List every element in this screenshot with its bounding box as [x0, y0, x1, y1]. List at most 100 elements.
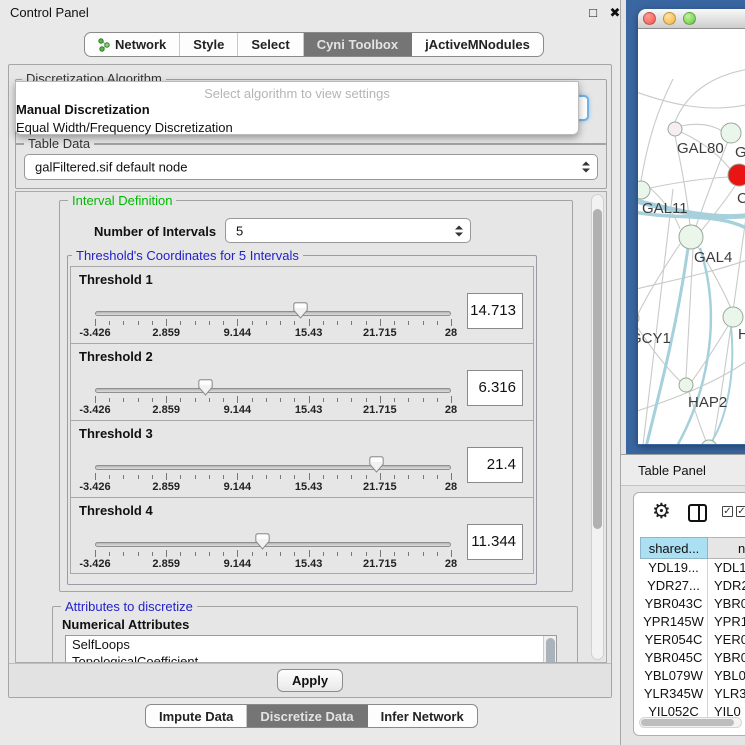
checkbox-icon[interactable]: ✓ [736, 506, 745, 517]
tab-style[interactable]: Style [180, 33, 238, 56]
table-cell[interactable]: YBL0 [708, 667, 745, 685]
slider-track[interactable] [95, 465, 451, 470]
tab-infer-network[interactable]: Infer Network [368, 705, 477, 727]
table-cell[interactable]: YDL1 [708, 559, 745, 577]
table-row[interactable]: YBR045CYBR0 [640, 649, 745, 667]
network-node-label: GAL4 [694, 249, 732, 266]
threshold-panels: Threshold 1-3.4262.8599.14415.4321.71528… [70, 266, 534, 574]
threshold-slider[interactable]: -3.4262.8599.14415.4321.71528 [95, 421, 451, 498]
network-node[interactable] [668, 122, 682, 136]
threshold-value-field[interactable]: 6.316 [467, 370, 523, 406]
threshold-slider[interactable]: -3.4262.8599.14415.4321.71528 [95, 498, 451, 575]
tab-impute-data[interactable]: Impute Data [146, 705, 247, 727]
table-row[interactable]: YLR345WYLR3 [640, 685, 745, 703]
slider-thumb[interactable] [293, 302, 308, 319]
threshold-value-field[interactable]: 11.344 [467, 524, 523, 560]
table-cell[interactable]: YDR27... [640, 577, 708, 595]
table-row[interactable]: YBR043CYBR0 [640, 595, 745, 613]
network-canvas[interactable]: GAL80GACGAL11GAL4GCY1HHAP2 [638, 29, 745, 444]
table-cell[interactable]: YBR045C [640, 649, 708, 667]
algorithm-option[interactable]: Manual Discretization [16, 101, 578, 119]
table-cell[interactable]: YLR345W [640, 685, 708, 703]
table-row[interactable]: YDL19...YDL1 [640, 559, 745, 577]
table-data-combobox[interactable]: galFiltered.sif default node [24, 154, 598, 180]
slider-tick-labels: -3.4262.8599.14415.4321.71528 [95, 404, 451, 416]
panel-scrollbar-thumb[interactable] [593, 209, 602, 529]
minimize-traffic-icon[interactable] [663, 12, 676, 25]
interval-definition-label: Interval Definition [68, 193, 176, 208]
table-row[interactable]: YPR145WYPR1 [640, 613, 745, 631]
tab-cyni-toolbox[interactable]: Cyni Toolbox [304, 33, 412, 56]
apply-button[interactable]: Apply [277, 669, 343, 692]
panel-scrollbar[interactable] [591, 194, 604, 660]
number-of-intervals-label: Number of Intervals [94, 224, 216, 239]
table-cell[interactable]: YPR1 [708, 613, 745, 631]
table-cell[interactable]: YBR0 [708, 595, 745, 613]
network-edge [686, 249, 693, 378]
network-node[interactable] [723, 307, 743, 327]
threshold-value-field[interactable]: 21.4 [467, 447, 523, 483]
slider-thumb[interactable] [198, 379, 213, 396]
table-row[interactable]: YBL079WYBL0 [640, 667, 745, 685]
zoom-traffic-icon[interactable] [683, 12, 696, 25]
columns-icon[interactable] [688, 504, 707, 522]
algorithm-option[interactable]: Equal Width/Frequency Discretization [16, 119, 578, 137]
network-node[interactable] [721, 123, 741, 143]
checkbox-icon[interactable]: ✓ [722, 506, 733, 517]
threshold-panel: Threshold 2-3.4262.8599.14415.4321.71528… [70, 343, 534, 420]
slider-track[interactable] [95, 542, 451, 547]
slider-thumb[interactable] [369, 456, 384, 473]
network-edge [681, 124, 722, 131]
threshold-slider[interactable]: -3.4262.8599.14415.4321.71528 [95, 344, 451, 421]
tab-network[interactable]: Network [85, 33, 180, 56]
table-cell[interactable]: YDL19... [640, 559, 708, 577]
slider-tick-labels: -3.4262.8599.14415.4321.71528 [95, 327, 451, 339]
cyni-toolbox-pane: Discretization Algorithm Select algorith… [8, 64, 612, 698]
table-cell[interactable]: YPR145W [640, 613, 708, 631]
table-cell[interactable]: YLR3 [708, 685, 745, 703]
attribute-item[interactable]: TopologicalCoefficient [66, 653, 556, 663]
slider-track[interactable] [95, 311, 451, 316]
close-traffic-icon[interactable] [643, 12, 656, 25]
network-node[interactable] [701, 440, 717, 444]
threshold-value-field[interactable]: 14.713 [467, 293, 523, 329]
list-scrollbar[interactable] [543, 636, 556, 663]
threshold-slider[interactable]: -3.4262.8599.14415.4321.71528 [95, 267, 451, 344]
tab-select[interactable]: Select [238, 33, 303, 56]
control-panel: Control Panel □ ✖ NetworkStyleSelectCyni… [0, 0, 620, 745]
network-node[interactable] [679, 225, 703, 249]
network-node-label: C [737, 190, 745, 207]
network-window-titlebar[interactable] [638, 9, 745, 29]
network-node-label: GAL80 [677, 140, 724, 157]
table-horizontal-scrollbar[interactable] [639, 717, 742, 728]
float-window-icon[interactable]: □ [584, 4, 602, 22]
slider-thumb[interactable] [255, 533, 270, 550]
gear-icon[interactable]: ⚙ [652, 499, 671, 524]
column-header[interactable]: shared... [640, 537, 708, 559]
slider-ticks [95, 550, 451, 558]
network-node[interactable] [728, 164, 745, 186]
table-panel-card: ⚙ ✓ ✓ shared...n YDL19...YDL1YDR27...YDR… [633, 492, 745, 736]
table-row[interactable]: YDR27...YDR2 [640, 577, 745, 595]
tab-jactivemnodules[interactable]: jActiveMNodules [412, 33, 543, 56]
number-of-intervals-combobox[interactable]: 5 [225, 218, 471, 243]
combo-spinner-icon [455, 225, 462, 236]
table-cell[interactable]: YER054C [640, 631, 708, 649]
settings-scroll-area: Interval Definition Number of Intervals … [15, 191, 607, 663]
tab-discretize-data[interactable]: Discretize Data [247, 705, 367, 727]
table-cell[interactable]: YBL079W [640, 667, 708, 685]
network-node[interactable] [638, 181, 650, 199]
table-cell[interactable]: YBR0 [708, 649, 745, 667]
table-cell[interactable]: YER0 [708, 631, 745, 649]
column-header[interactable]: n [708, 537, 745, 559]
numerical-attributes-list[interactable]: SelfLoopsTopologicalCoefficientBetweenne… [65, 635, 557, 663]
network-edge [675, 69, 745, 122]
network-node[interactable] [679, 378, 693, 392]
table-panel-title: Table Panel [638, 455, 706, 486]
table-cell[interactable]: YDR2 [708, 577, 745, 595]
table-row[interactable]: YER054CYER0 [640, 631, 745, 649]
attribute-item[interactable]: SelfLoops [66, 636, 556, 653]
slider-track[interactable] [95, 388, 451, 393]
table-cell[interactable]: YBR043C [640, 595, 708, 613]
right-panel: GAL80GACGAL11GAL4GCY1HHAP2 Table Panel ⚙… [620, 0, 745, 745]
